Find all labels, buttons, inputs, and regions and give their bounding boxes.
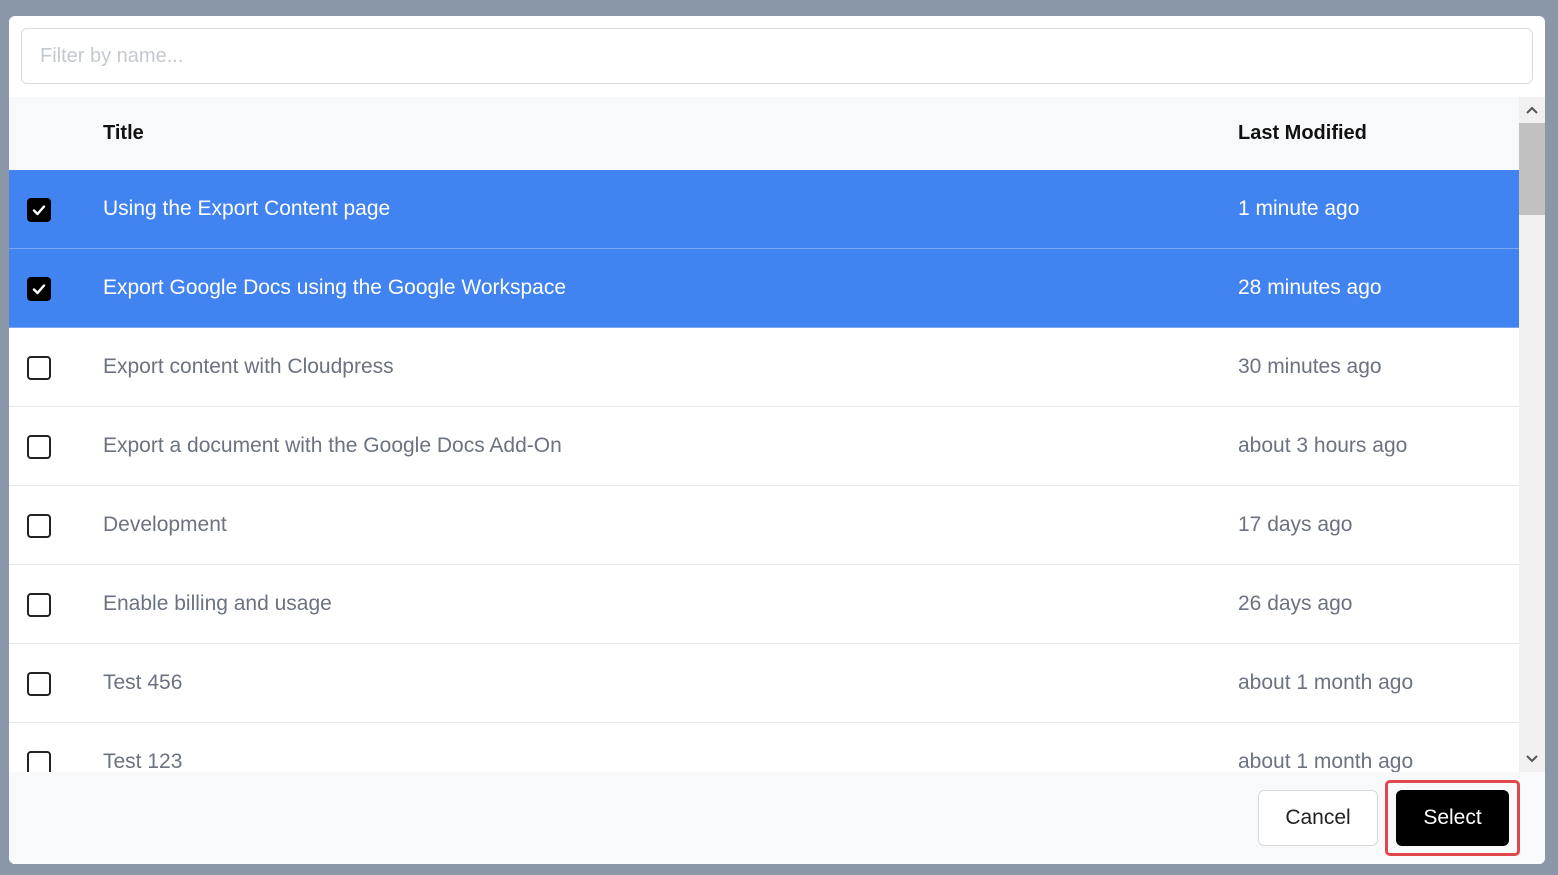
column-header-title[interactable]: Title [103, 97, 144, 170]
select-documents-dialog: Title Last Modified Using the Export Con… [9, 16, 1545, 864]
row-checkbox[interactable] [27, 435, 51, 459]
table-row[interactable]: Export Google Docs using the Google Work… [9, 249, 1519, 328]
table-row[interactable]: Using the Export Content page 1 minute a… [9, 170, 1519, 249]
row-checkbox[interactable] [27, 672, 51, 696]
table-row[interactable]: Export a document with the Google Docs A… [9, 407, 1519, 486]
table-row[interactable]: Enable billing and usage 26 days ago [9, 565, 1519, 644]
row-title: Development [103, 513, 227, 536]
filter-container [21, 28, 1533, 84]
row-checkbox[interactable] [27, 593, 51, 617]
chevron-up-icon [1526, 106, 1538, 114]
table-scrollbar[interactable] [1519, 97, 1545, 772]
table-row[interactable]: Export content with Cloudpress 30 minute… [9, 328, 1519, 407]
row-checkbox[interactable] [27, 356, 51, 380]
row-title: Test 123 [103, 750, 183, 772]
select-button[interactable]: Select [1396, 790, 1509, 846]
table-row[interactable]: Test 123 about 1 month ago [9, 723, 1519, 772]
row-last-modified: 1 minute ago [1238, 197, 1360, 220]
row-title: Export content with Cloudpress [103, 355, 394, 378]
row-title: Using the Export Content page [103, 197, 391, 220]
scroll-up-button[interactable] [1519, 97, 1545, 123]
check-icon [32, 205, 46, 216]
row-title: Enable billing and usage [103, 592, 332, 615]
scroll-down-button[interactable] [1519, 746, 1545, 772]
row-last-modified: 17 days ago [1238, 513, 1353, 536]
row-last-modified: about 1 month ago [1238, 671, 1414, 694]
row-checkbox[interactable] [27, 198, 51, 222]
row-last-modified: about 3 hours ago [1238, 434, 1408, 457]
column-header-last-modified[interactable]: Last Modified [1238, 97, 1367, 170]
filter-input[interactable] [21, 28, 1533, 84]
row-title: Test 456 [103, 671, 183, 694]
scrollbar-thumb[interactable] [1519, 123, 1545, 215]
chevron-down-icon [1526, 755, 1538, 763]
row-checkbox[interactable] [27, 514, 51, 538]
row-last-modified: 26 days ago [1238, 592, 1353, 615]
row-checkbox[interactable] [27, 751, 51, 772]
row-title: Export a document with the Google Docs A… [103, 434, 562, 457]
dialog-footer: Cancel Select [9, 772, 1545, 864]
row-checkbox[interactable] [27, 277, 51, 301]
table-header: Title Last Modified [9, 97, 1519, 171]
cancel-button[interactable]: Cancel [1258, 790, 1378, 846]
documents-table: Title Last Modified Using the Export Con… [9, 97, 1545, 772]
table-row[interactable]: Development 17 days ago [9, 486, 1519, 565]
check-icon [32, 284, 46, 295]
row-title: Export Google Docs using the Google Work… [103, 276, 567, 299]
table-body: Using the Export Content page 1 minute a… [9, 170, 1519, 772]
row-last-modified: about 1 month ago [1238, 750, 1414, 772]
table-row[interactable]: Test 456 about 1 month ago [9, 644, 1519, 723]
row-last-modified: 28 minutes ago [1238, 276, 1382, 299]
row-last-modified: 30 minutes ago [1238, 355, 1382, 378]
